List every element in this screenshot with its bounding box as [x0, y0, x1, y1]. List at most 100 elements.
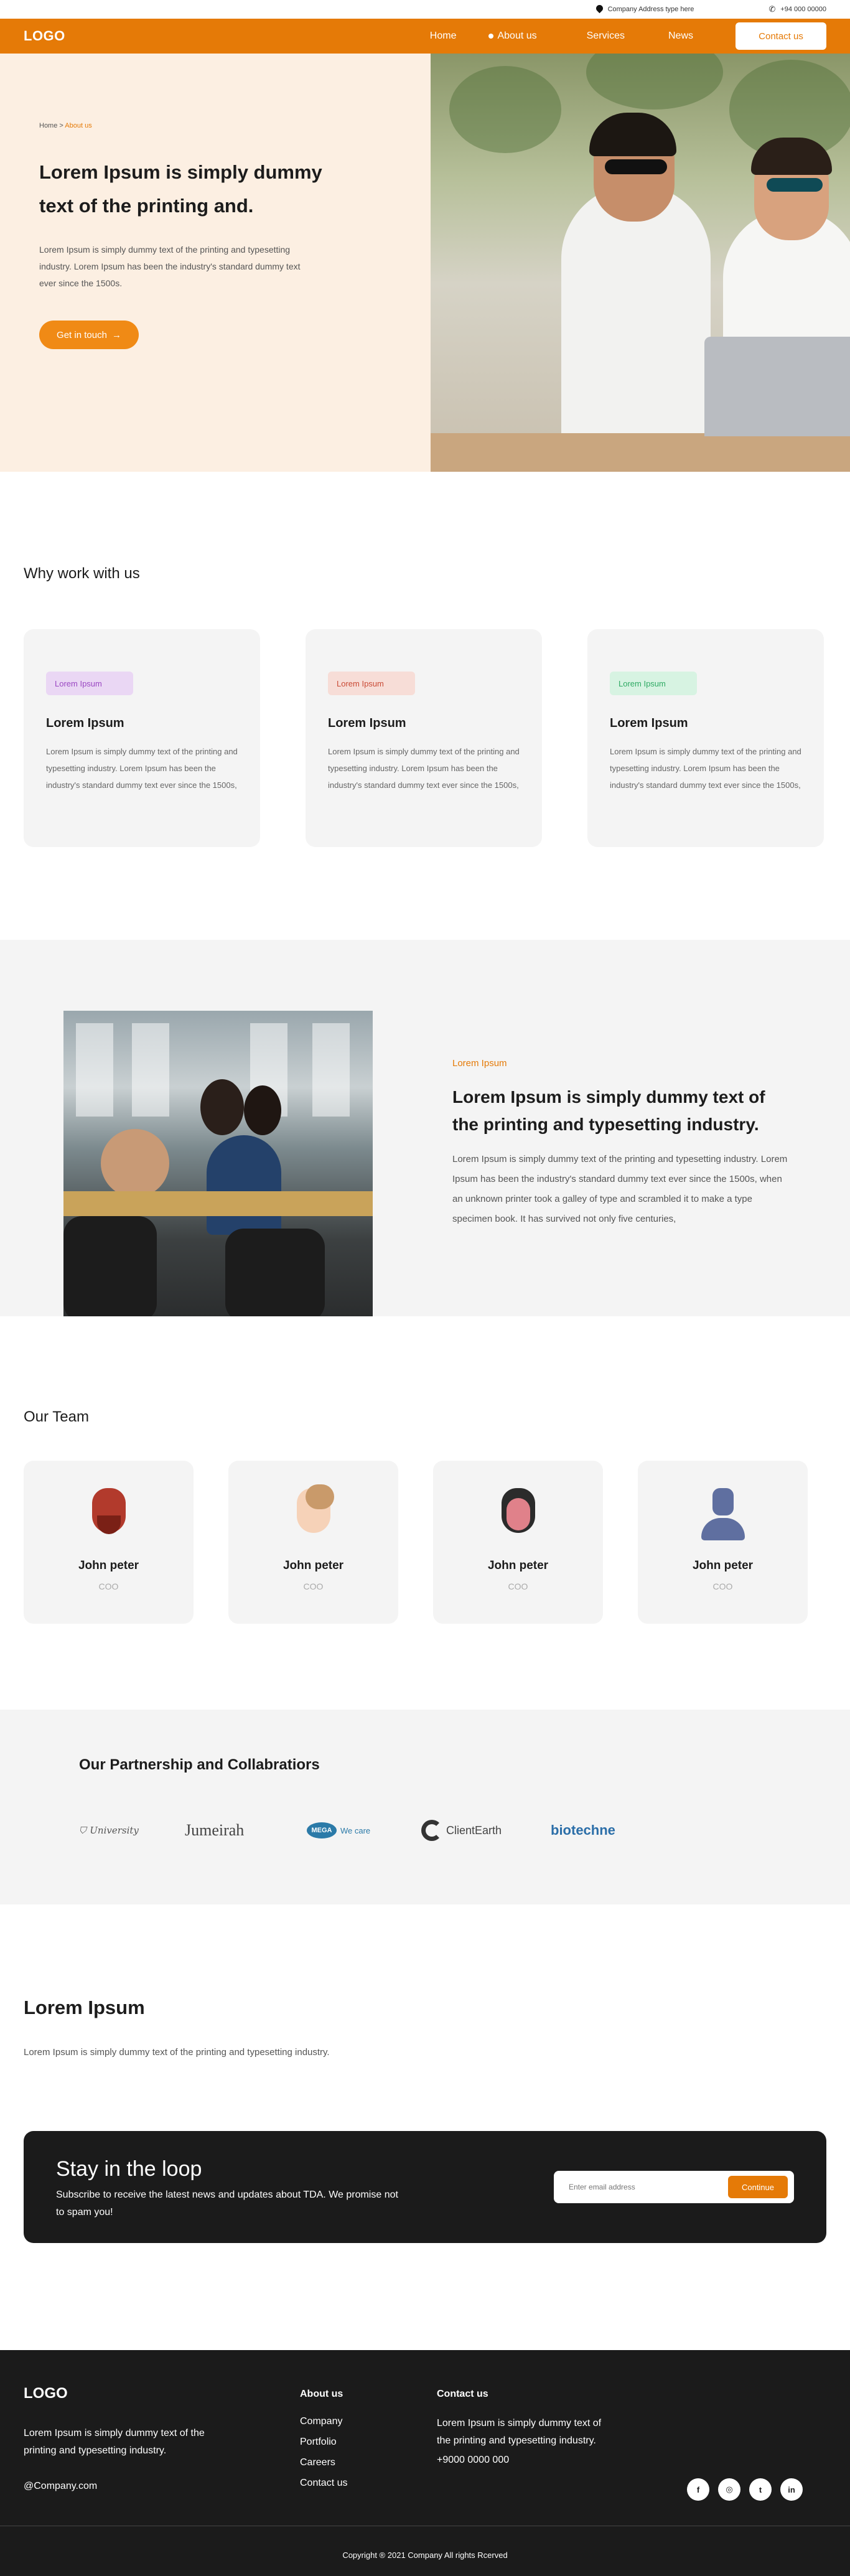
card-tag: Lorem Ipsum — [46, 672, 133, 695]
linkedin-icon[interactable]: in — [780, 2478, 803, 2501]
team-card: John peter COO — [228, 1461, 398, 1624]
feature-section: Lorem Ipsum Lorem Ipsum is simply dummy … — [0, 940, 850, 1316]
window-shape — [76, 1023, 113, 1117]
facebook-icon[interactable]: f — [687, 2478, 709, 2501]
clientearth-logo-text: ClientEarth — [446, 1824, 502, 1837]
jumeirah-logo[interactable]: Jumeirah — [185, 1821, 307, 1840]
hero-content: Home > About us Lorem Ipsum is simply du… — [0, 54, 431, 472]
contact-us-button[interactable]: Contact us — [736, 22, 826, 50]
footer-contact-description: Lorem Ipsum is simply dummy text of the … — [437, 2418, 602, 2446]
member-role: COO — [98, 1581, 119, 1591]
member-name: John peter — [78, 1559, 139, 1572]
avatar — [291, 1484, 337, 1543]
hero-body: Lorem Ipsum is simply dummy text of the … — [39, 245, 301, 288]
clientearth-logo[interactable]: ClientEarth — [421, 1820, 551, 1841]
top-info-bar: Company Address type here ✆ +94 000 0000… — [0, 0, 850, 19]
nav-link-services[interactable]: Services — [587, 30, 625, 42]
team-title: Our Team — [24, 1408, 89, 1425]
logo[interactable]: LOGO — [24, 28, 65, 44]
continue-button[interactable]: Continue — [728, 2176, 788, 2198]
footer: LOGO Lorem Ipsum is simply dummy text of… — [0, 2350, 850, 2576]
lorem-section: Lorem Ipsum Lorem Ipsum is simply dummy … — [0, 1904, 850, 2350]
email-input[interactable] — [569, 2183, 728, 2191]
window-shape — [132, 1023, 169, 1117]
card-body: Lorem Ipsum is simply dummy text of the … — [610, 747, 801, 790]
address-item: Company Address type here — [596, 5, 694, 14]
footer-description: Lorem Ipsum is simply dummy text of the … — [24, 2428, 205, 2456]
get-in-touch-button[interactable]: Get in touch → — [39, 321, 139, 349]
chair-shape — [63, 1216, 157, 1316]
avatar-head-shape — [712, 1488, 734, 1515]
person-shape — [561, 184, 711, 471]
copyright-text: Copyright ® 2021 Company All rights Rcer… — [342, 2550, 508, 2560]
phone-icon: ✆ — [768, 4, 776, 14]
main-navbar: LOGO Home About us Services News Contact… — [0, 19, 850, 54]
footer-columns: LOGO Lorem Ipsum is simply dummy text of… — [0, 2350, 850, 2498]
footer-contact-title: Contact us — [437, 2389, 488, 2399]
breadcrumb: Home > About us — [39, 122, 431, 129]
partners-title: Our Partnership and Collabratiors — [79, 1756, 320, 1773]
member-name: John peter — [692, 1559, 754, 1572]
breadcrumb-current: About us — [65, 122, 92, 129]
breadcrumb-home[interactable]: Home — [39, 122, 57, 129]
partner-logos: ⛉ University Jumeirah MEGA We care Clien… — [79, 1820, 850, 1841]
why-work-section: Why work with us Lorem Ipsum Lorem Ipsum… — [0, 472, 850, 940]
card-heading: Lorem Ipsum — [610, 716, 688, 730]
table-shape — [431, 433, 850, 472]
nav-link-about[interactable]: About us — [488, 30, 537, 42]
team-card: John peter COO — [638, 1461, 808, 1624]
card-body: Lorem Ipsum is simply dummy text of the … — [328, 747, 520, 790]
card-body: Lorem Ipsum is simply dummy text of the … — [46, 747, 238, 790]
phone-item: ✆ +94 000 00000 — [768, 4, 826, 14]
person-shape — [200, 1079, 244, 1135]
active-dot-icon — [488, 34, 494, 39]
avatar-hair-shape — [305, 1484, 334, 1509]
footer-link-contact[interactable]: Contact us — [300, 2478, 437, 2489]
team-cards: John peter COO John peter COO John peter… — [24, 1461, 826, 1624]
arrow-right-icon: → — [111, 329, 121, 340]
card-heading: Lorem Ipsum — [46, 716, 124, 730]
footer-phone[interactable]: +9000 0000 000 — [437, 2455, 623, 2466]
mega-logo[interactable]: MEGA We care — [307, 1822, 421, 1838]
why-card: Lorem Ipsum Lorem Ipsum Lorem Ipsum is s… — [587, 629, 824, 847]
footer-about: About us Company Portfolio Careers Conta… — [300, 2385, 437, 2498]
avatar — [700, 1488, 746, 1543]
hero-title: Lorem Ipsum is simply dummy text of the … — [39, 161, 322, 217]
why-cards: Lorem Ipsum Lorem Ipsum Lorem Ipsum is s… — [24, 629, 826, 847]
twitter-icon[interactable]: t — [749, 2478, 772, 2501]
member-role: COO — [303, 1581, 324, 1591]
footer-link-company[interactable]: Company — [300, 2416, 437, 2427]
footer-link-careers[interactable]: Careers — [300, 2457, 437, 2468]
card-heading: Lorem Ipsum — [328, 716, 406, 730]
person-hair-shape — [589, 113, 676, 156]
newsletter-body: Subscribe to receive the latest news and… — [56, 2190, 398, 2218]
sunglasses-shape — [767, 178, 823, 192]
footer-brand: LOGO Lorem Ipsum is simply dummy text of… — [24, 2385, 300, 2498]
biotechne-logo[interactable]: biotechne — [551, 1822, 615, 1838]
hero-section: Home > About us Lorem Ipsum is simply du… — [0, 54, 850, 472]
footer-logo[interactable]: LOGO — [24, 2385, 300, 2402]
shield-icon: ⛉ — [79, 1825, 86, 1836]
footer-about-links: Company Portfolio Careers Contact us — [300, 2416, 437, 2489]
address-text: Company Address type here — [607, 6, 694, 13]
why-work-title: Why work with us — [24, 565, 140, 582]
office-photo — [63, 1011, 373, 1316]
footer-link-portfolio[interactable]: Portfolio — [300, 2437, 437, 2448]
university-logo[interactable]: ⛉ University — [79, 1825, 185, 1836]
breadcrumb-separator: > — [57, 122, 65, 129]
feature-body: Lorem Ipsum is simply dummy text of the … — [452, 1154, 788, 1224]
chair-shape — [225, 1229, 325, 1316]
nav-link-news[interactable]: News — [668, 30, 693, 42]
team-card: John peter COO — [433, 1461, 603, 1624]
lorem-title: Lorem Ipsum — [24, 1997, 145, 2018]
avatar — [86, 1488, 132, 1543]
foliage-shape — [586, 54, 723, 110]
window-shape — [312, 1023, 350, 1117]
instagram-icon[interactable]: ◎ — [718, 2478, 740, 2501]
location-pin-icon — [596, 5, 603, 14]
newsletter-box: Stay in the loop Subscribe to receive th… — [24, 2131, 826, 2243]
nav-link-home[interactable]: Home — [430, 30, 457, 42]
footer-email[interactable]: @Company.com — [24, 2481, 300, 2492]
team-section: Our Team John peter COO John peter COO J… — [0, 1316, 850, 1710]
member-role: COO — [508, 1581, 528, 1591]
